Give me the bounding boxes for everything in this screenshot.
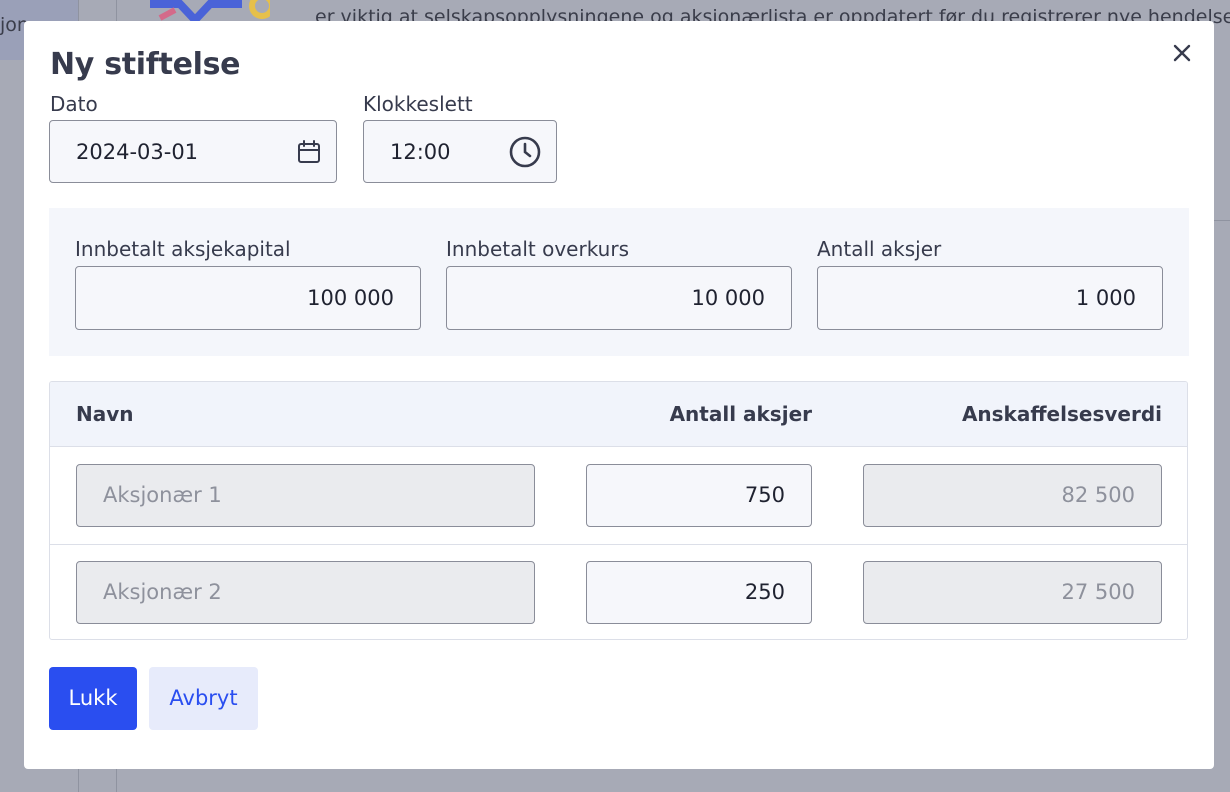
share-count-label: Antall aksjer — [817, 237, 942, 261]
background-divider — [1214, 220, 1230, 221]
share-capital-input[interactable]: 100 000 — [75, 266, 421, 330]
dialog-title: Ny stiftelse — [50, 47, 241, 82]
time-label: Klokkeslett — [363, 92, 473, 116]
new-founding-dialog: Ny stiftelse Dato 2024-03-01 Klokkeslett… — [24, 21, 1214, 769]
shareholder-name-field: Aksjonær 1 — [76, 464, 535, 527]
close-icon[interactable] — [1170, 41, 1194, 65]
table-row: Aksjonær 1 750 82 500 — [50, 447, 1187, 544]
premium-label: Innbetalt overkurs — [446, 237, 629, 261]
acquisition-value-field: 82 500 — [863, 464, 1162, 527]
shareholder-name-field: Aksjonær 2 — [76, 561, 535, 624]
shares-input[interactable]: 750 — [586, 464, 812, 527]
column-header-acquisition-value: Anskaffelsesverdi — [961, 402, 1162, 426]
column-header-shares: Antall aksjer — [669, 402, 812, 426]
date-label: Dato — [50, 92, 98, 116]
time-value: 12:00 — [390, 139, 451, 164]
column-header-name: Navn — [76, 402, 134, 426]
cancel-button[interactable]: Avbryt — [149, 667, 258, 730]
time-field[interactable]: 12:00 — [363, 120, 557, 183]
share-capital-label: Innbetalt aksjekapital — [75, 237, 291, 261]
share-count-input[interactable]: 1 000 — [817, 266, 1163, 330]
table-header: Navn Antall aksjer Anskaffelsesverdi — [50, 382, 1187, 447]
shares-input[interactable]: 250 — [586, 561, 812, 624]
background-logo — [150, 0, 270, 22]
date-value: 2024-03-01 — [76, 139, 199, 164]
shareholder-table: Navn Antall aksjer Anskaffelsesverdi Aks… — [49, 381, 1188, 640]
acquisition-value-field: 27 500 — [863, 561, 1162, 624]
table-row: Aksjonær 2 250 27 500 — [50, 544, 1187, 639]
close-button[interactable]: Lukk — [49, 667, 137, 730]
date-field[interactable]: 2024-03-01 — [49, 120, 337, 183]
capital-panel: Innbetalt aksjekapital 100 000 Innbetalt… — [49, 208, 1189, 356]
premium-input[interactable]: 10 000 — [446, 266, 792, 330]
clock-icon[interactable] — [508, 135, 542, 169]
calendar-icon[interactable] — [296, 139, 322, 165]
